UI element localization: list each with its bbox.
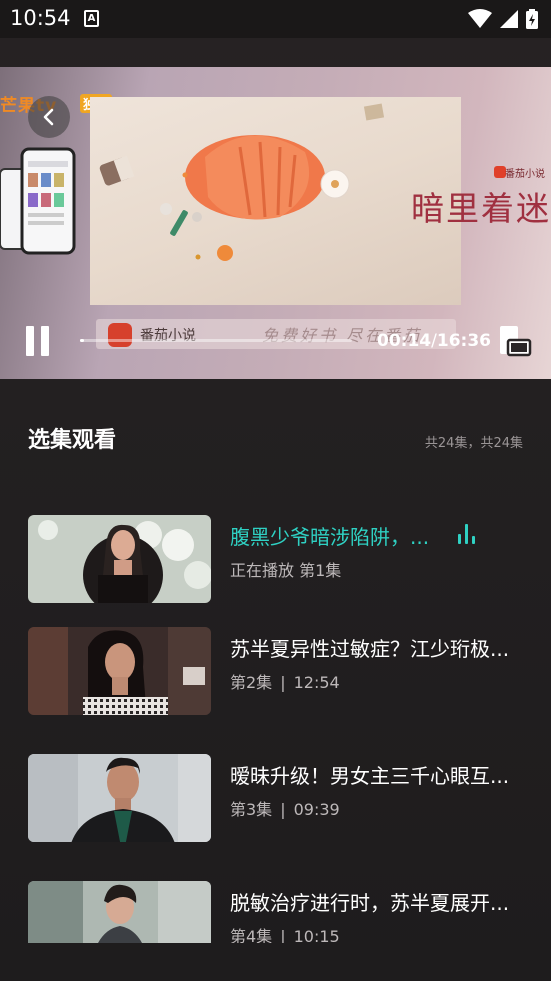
episode-item-4[interactable]: 脱敏治疗进行时，苏半夏展开... 第4集 | 10:15	[28, 881, 525, 943]
chevron-left-icon	[43, 108, 54, 126]
banner-logo-icon	[108, 323, 132, 347]
episode-duration: 12:54	[293, 673, 340, 692]
progress-slider[interactable]	[80, 339, 352, 342]
episode-thumbnail	[28, 881, 211, 943]
current-time: 00:14	[377, 331, 432, 351]
video-frame	[90, 97, 461, 305]
pause-button[interactable]	[26, 326, 52, 356]
a-icon: A	[84, 10, 99, 27]
phone-mockup-image	[0, 147, 76, 255]
episodes-count: 共24集，共24集	[424, 436, 523, 451]
episode-title: 暧昧升级！男女主三千心眼互...	[230, 764, 510, 788]
episode-title: 脱敏治疗进行时，苏半夏展开...	[230, 891, 510, 915]
episode-item-3[interactable]: 暧昧升级！男女主三千心眼互... 第3集 | 09:39	[28, 754, 525, 842]
now-playing-icon	[458, 524, 476, 544]
episode-number: 第2集	[230, 673, 273, 692]
episode-item-1[interactable]: 腹黑少爷暗涉陷阱，... 正在播放 第1集	[28, 515, 525, 603]
pause-icon	[26, 326, 34, 356]
episode-meta: 正在播放 第1集	[230, 561, 342, 580]
wifi-icon	[467, 9, 492, 28]
status-time: 10:54	[10, 6, 71, 30]
episode-thumbnail	[28, 754, 211, 842]
screen: 10:54 A 芒果tv 独播	[0, 0, 551, 981]
side-logo-title: 暗里着迷	[411, 189, 551, 228]
episode-meta: 第2集 | 12:54	[230, 673, 340, 692]
duration: 16:36	[436, 331, 491, 351]
episode-thumbnail	[28, 515, 211, 603]
episode-thumbnail	[28, 627, 211, 715]
episode-meta: 第3集 | 09:39	[230, 800, 340, 819]
side-logo-small-text: 番茄小说	[505, 169, 545, 180]
banner-text: 番茄小说	[140, 328, 196, 344]
episode-duration: 09:39	[293, 800, 340, 819]
episode-list[interactable]: 腹黑少爷暗涉陷阱，... 正在播放 第1集 苏半夏异性过敏症？江少珩极... 第…	[0, 515, 551, 943]
back-button[interactable]	[28, 96, 70, 138]
episode-title: 腹黑少爷暗涉陷阱，...	[230, 525, 430, 549]
episode-number: 第4集	[230, 927, 273, 943]
time-display: 00:14/16:36	[377, 331, 491, 351]
episodes-section-title: 选集观看	[28, 428, 117, 453]
episode-meta: 第4集 | 10:15	[230, 923, 340, 943]
episode-duration: 10:15	[293, 927, 340, 943]
fullscreen-rotate-button[interactable]	[498, 325, 532, 357]
video-scene-image	[99, 103, 385, 261]
status-bar: 10:54 A	[0, 0, 551, 38]
episode-item-2[interactable]: 苏半夏异性过敏症？江少珩极... 第2集 | 12:54	[28, 627, 525, 715]
progress-fill	[80, 339, 84, 342]
battery-charging-icon	[526, 9, 538, 29]
episode-number: 第3集	[230, 800, 273, 819]
status-icons	[467, 8, 539, 30]
signal-icon	[499, 10, 518, 28]
episode-title: 苏半夏异性过敏症？江少珩极...	[230, 637, 510, 661]
